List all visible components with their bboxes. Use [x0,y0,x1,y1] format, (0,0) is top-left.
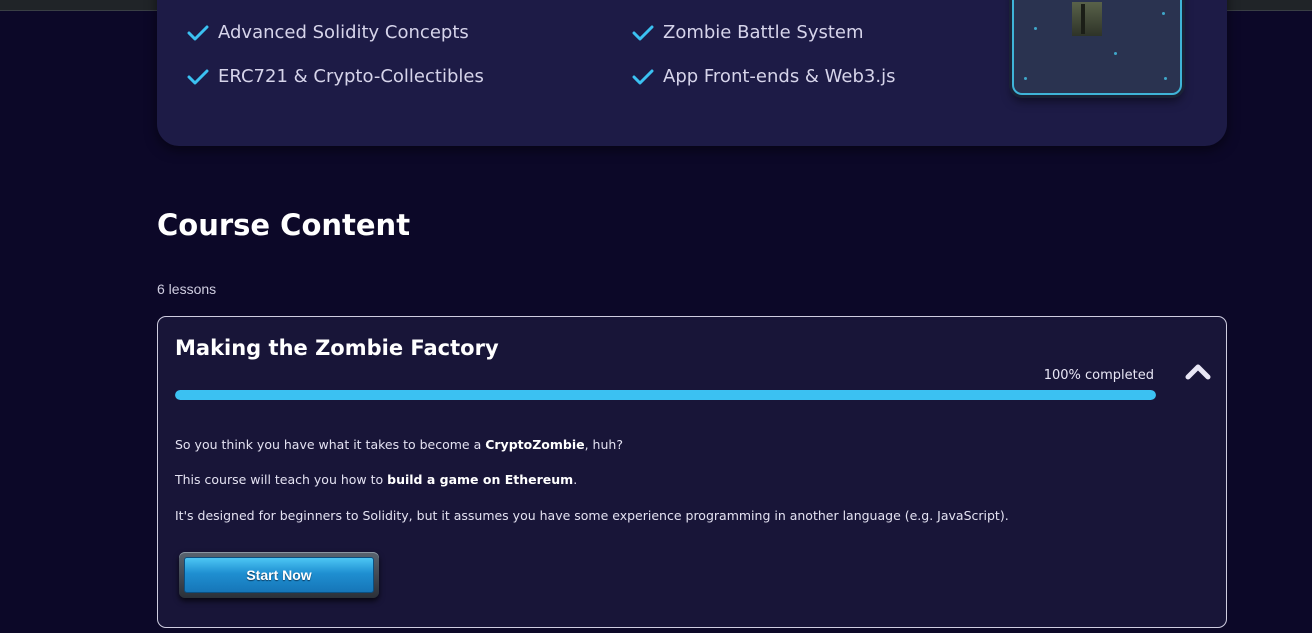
desc-text: So you think you have what it takes to b… [175,437,486,452]
desc-text: This course will teach you how to [175,472,388,487]
lesson-description-line: So you think you have what it takes to b… [175,437,1175,452]
progress-bar [175,390,1156,400]
check-icon [632,25,654,40]
lesson-count: 6 lessons [157,281,217,297]
feature-label: Zombie Battle System [663,22,864,43]
sparkle [1114,52,1117,55]
course-content-heading: Course Content [157,208,411,242]
check-icon [187,69,209,84]
collapse-toggle[interactable] [1185,362,1211,382]
sparkle [1164,77,1167,80]
desc-text: . [573,472,578,487]
start-now-label[interactable]: Start Now [184,557,374,593]
start-now-button[interactable]: Start Now [179,552,379,598]
lesson-description-line: It's designed for beginners to Solidity,… [175,508,1175,523]
check-icon [187,25,209,40]
feature-item: Advanced Solidity Concepts [187,22,469,43]
lesson-description-line: This course will teach you how to build … [175,472,1175,487]
feature-label: ERC721 & Crypto-Collectibles [218,66,484,87]
course-summary-card: Advanced Solidity Concepts Zombie Battle… [157,0,1227,146]
zombie-card-image [1012,0,1182,95]
feature-list: Advanced Solidity Concepts Zombie Battle… [187,10,987,110]
zombie-figure [1072,2,1102,36]
feature-label: Advanced Solidity Concepts [218,22,469,43]
feature-item: ERC721 & Crypto-Collectibles [187,66,484,87]
feature-item: App Front-ends & Web3.js [632,66,895,87]
lesson-title: Making the Zombie Factory [175,336,499,360]
sparkle [1162,12,1165,15]
desc-text: , huh? [584,437,623,452]
feature-item: Zombie Battle System [632,22,864,43]
feature-label: App Front-ends & Web3.js [663,66,896,87]
sparkle [1024,77,1027,80]
check-icon [632,69,654,84]
chevron-up-icon[interactable] [1185,362,1211,382]
sparkle [1034,27,1037,30]
desc-bold: CryptoZombie [485,437,585,452]
progress-label: 100% completed [1043,368,1154,383]
progress-fill [175,390,1156,400]
desc-text: It's designed for beginners to Solidity,… [175,508,1009,523]
desc-bold: build a game on Ethereum [387,472,574,487]
lesson-card: Making the Zombie Factory 100% completed… [157,316,1227,628]
